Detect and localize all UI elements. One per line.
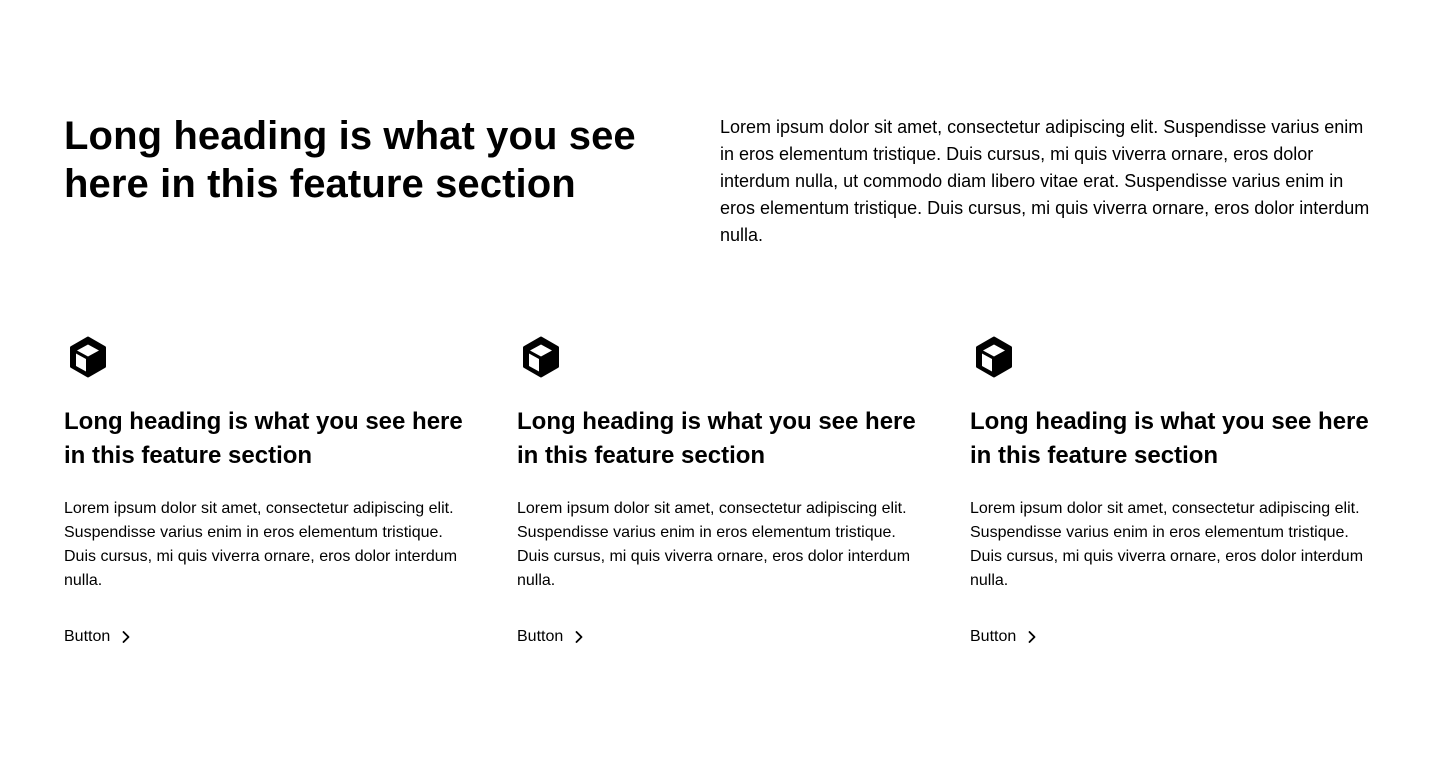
- feature-item: Long heading is what you see here in thi…: [517, 333, 922, 649]
- chevron-right-icon: [571, 629, 587, 645]
- feature-button[interactable]: Button: [517, 625, 587, 649]
- feature-description: Lorem ipsum dolor sit amet, consectetur …: [517, 500, 911, 589]
- cube-icon: [970, 333, 1018, 381]
- feature-button-label: Button: [517, 628, 564, 645]
- feature-heading: Long heading is what you see here in thi…: [970, 408, 1369, 469]
- feature-button-label: Button: [64, 628, 111, 645]
- feature-item: Long heading is what you see here in thi…: [64, 333, 469, 649]
- feature-button[interactable]: Button: [64, 625, 134, 649]
- feature-button-label: Button: [970, 628, 1017, 645]
- feature-list: Long heading is what you see here in thi…: [64, 333, 1376, 649]
- section-header: Long heading is what you see here in thi…: [64, 112, 1376, 249]
- cube-icon: [64, 333, 112, 381]
- feature-description: Lorem ipsum dolor sit amet, consectetur …: [970, 500, 1364, 589]
- chevron-right-icon: [118, 629, 134, 645]
- feature-description: Lorem ipsum dolor sit amet, consectetur …: [64, 500, 458, 589]
- feature-item: Long heading is what you see here in thi…: [970, 333, 1375, 649]
- feature-heading: Long heading is what you see here in thi…: [64, 408, 463, 469]
- section-heading: Long heading is what you see here in thi…: [64, 114, 636, 206]
- feature-heading: Long heading is what you see here in thi…: [517, 408, 916, 469]
- feature-section: Long heading is what you see here in thi…: [0, 0, 1440, 759]
- feature-button[interactable]: Button: [970, 625, 1040, 649]
- chevron-right-icon: [1024, 629, 1040, 645]
- section-description: Lorem ipsum dolor sit amet, consectetur …: [720, 117, 1370, 245]
- cube-icon: [517, 333, 565, 381]
